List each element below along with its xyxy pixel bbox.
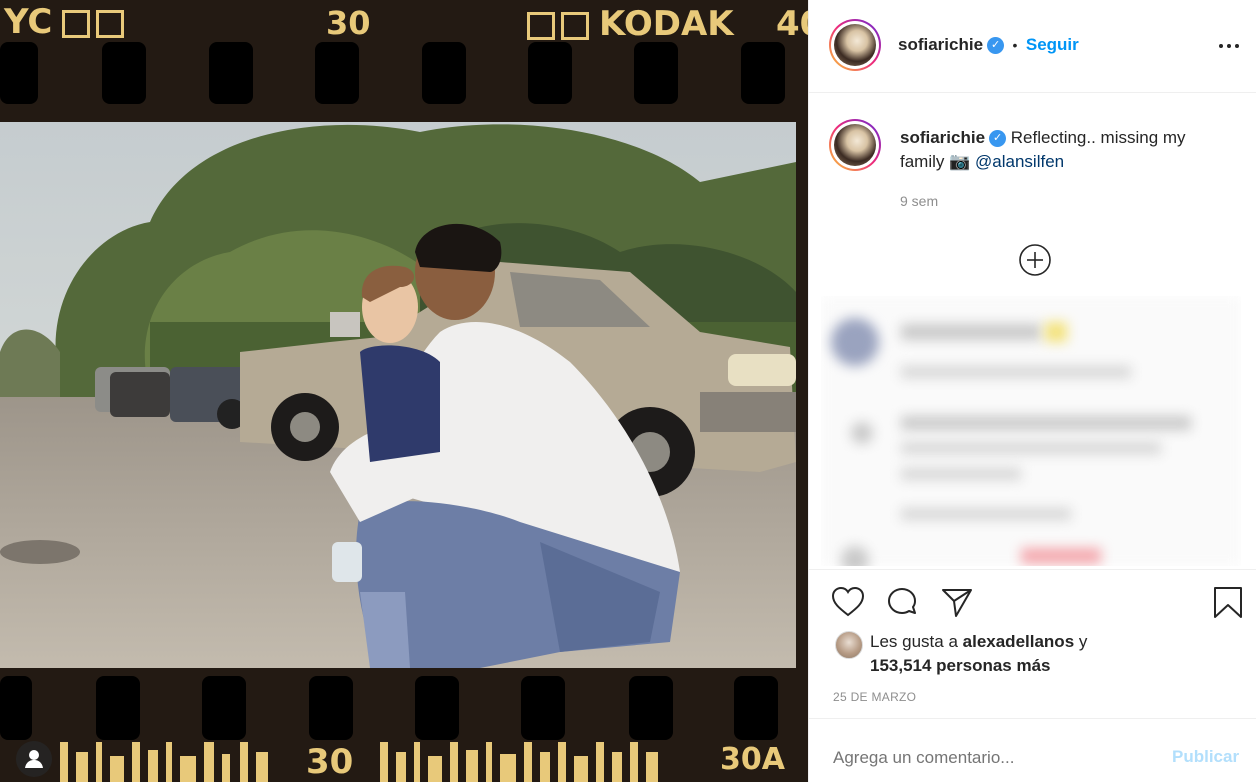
author-avatar[interactable]: [829, 19, 881, 71]
comment-button[interactable]: [886, 586, 918, 618]
sprocket-hole: [734, 676, 778, 740]
sprocket-hole: [521, 676, 565, 740]
caption-avatar[interactable]: [829, 119, 881, 171]
film-barcode: [60, 742, 658, 782]
bookmark-icon: [1214, 587, 1242, 618]
comment-input[interactable]: [831, 740, 1155, 776]
likes-prefix: Les gusta a: [870, 632, 958, 651]
comment-icon: [888, 588, 916, 614]
caption-username[interactable]: sofiarichie: [900, 128, 985, 147]
save-button[interactable]: [1212, 586, 1244, 620]
photo-scene: [0, 122, 796, 668]
photo-illustration: [0, 122, 796, 668]
post-photo[interactable]: YC 30 KODAK 40: [0, 0, 808, 782]
verified-badge-icon: ✓: [987, 37, 1005, 55]
publish-button[interactable]: Publicar: [1172, 747, 1239, 767]
comments-list-blurred: [821, 296, 1241, 566]
plus-circle-icon: [1019, 244, 1051, 276]
share-button[interactable]: [940, 586, 974, 618]
post-header: sofiarichie ✓ • Seguir: [809, 0, 1256, 93]
liker-username[interactable]: alexadellanos: [963, 632, 1075, 651]
heart-icon: [831, 586, 865, 617]
film-frame-number-bottom-right: 30A: [716, 742, 789, 777]
film-frame-number-bottom: 30: [300, 742, 360, 782]
likes-summary: Les gusta a alexadellanos y 153,514 pers…: [870, 630, 1130, 678]
more-options-button[interactable]: [1217, 34, 1241, 58]
sprocket-hole: [309, 676, 353, 740]
sprocket-hole: [315, 42, 359, 104]
sprocket-hole: [528, 42, 572, 104]
tagged-users-button[interactable]: [16, 741, 52, 777]
caption-mention[interactable]: @alansilfen: [975, 152, 1064, 171]
sprocket-hole: [0, 676, 32, 740]
sprocket-hole: [102, 42, 146, 104]
sprocket-hole: [422, 42, 466, 104]
comment-divider: [809, 718, 1256, 719]
user-icon: [25, 750, 43, 768]
separator-dot: •: [1012, 37, 1018, 53]
sprocket-hole: [415, 676, 459, 740]
caption: sofiarichie ✓ Reflecting.. missing my fam…: [900, 126, 1230, 174]
sprocket-hole: [629, 676, 673, 740]
film-edge-code: YC: [4, 2, 125, 42]
more-horizontal-icon: [1219, 44, 1239, 48]
post-date[interactable]: 25 DE MARZO: [833, 690, 916, 704]
like-button[interactable]: [831, 586, 865, 618]
sprocket-hole: [634, 42, 678, 104]
sprocket-hole: [96, 676, 140, 740]
post-side-panel: sofiarichie ✓ • Seguir sofiarichie ✓ Refle…: [808, 0, 1256, 782]
caption-time[interactable]: 9 sem: [900, 193, 938, 209]
film-brand: KODAK: [527, 4, 734, 44]
sprocket-hole: [202, 676, 246, 740]
film-frame-number-top: 30: [326, 4, 371, 42]
actions-divider: [809, 569, 1256, 570]
load-more-comments-button[interactable]: [1018, 243, 1052, 277]
sprocket-hole: [741, 42, 785, 104]
send-icon: [942, 589, 972, 617]
likes-count[interactable]: 153,514 personas más: [870, 656, 1051, 675]
verified-badge-icon: ✓: [989, 130, 1007, 148]
liker-avatar[interactable]: [835, 631, 863, 659]
sprocket-hole: [209, 42, 253, 104]
follow-button[interactable]: Seguir: [1026, 35, 1079, 54]
author-username[interactable]: sofiarichie: [898, 35, 983, 54]
likes-connector: y: [1078, 632, 1088, 651]
sprocket-hole: [0, 42, 38, 104]
film-frame-number-right: 40: [776, 4, 808, 44]
